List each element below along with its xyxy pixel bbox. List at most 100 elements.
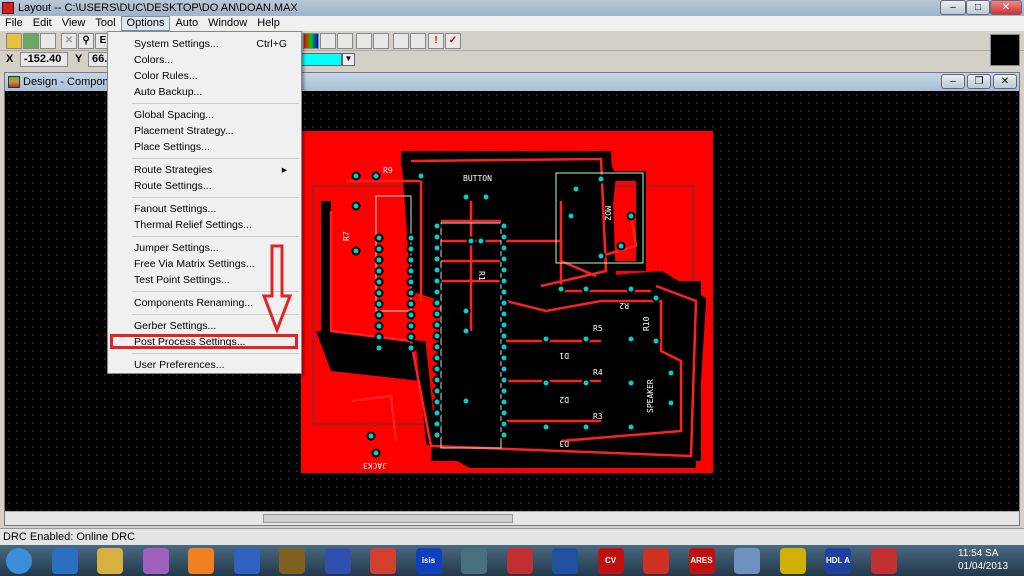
pad — [374, 343, 384, 353]
close-button[interactable]: ✕ — [990, 0, 1022, 15]
add-route-icon[interactable] — [373, 33, 389, 49]
pad — [499, 364, 509, 374]
scrollbar-thumb[interactable] — [263, 514, 513, 523]
error-icon[interactable]: ! — [428, 33, 444, 49]
taskbar-app-visio[interactable] — [324, 548, 351, 574]
pad — [374, 255, 384, 265]
horizontal-scrollbar[interactable] — [5, 511, 1019, 525]
pad — [461, 192, 471, 202]
menu-file[interactable]: File — [0, 16, 28, 31]
report-icon[interactable] — [40, 33, 56, 49]
pad — [374, 332, 384, 342]
pad — [499, 298, 509, 308]
menu-item-placement-strategy[interactable]: Placement Strategy... — [108, 123, 301, 140]
label-r2: R2 — [619, 301, 629, 310]
menu-edit[interactable]: Edit — [28, 16, 57, 31]
menu-tool[interactable]: Tool — [90, 16, 120, 31]
taskbar-app-app2[interactable] — [461, 548, 487, 574]
taskbar-app-calc[interactable] — [734, 548, 760, 574]
pad — [406, 244, 416, 254]
taskbar-app-word[interactable] — [552, 548, 578, 574]
child-close-button[interactable]: ✕ — [993, 74, 1017, 89]
menu-help[interactable]: Help — [252, 16, 285, 31]
menu-item-place-settings[interactable]: Place Settings... — [108, 139, 301, 156]
component-icon[interactable] — [337, 33, 353, 49]
pad — [626, 378, 636, 388]
pad — [571, 184, 581, 194]
taskbar-app-chrome[interactable] — [370, 548, 396, 574]
menu-item-route-strategies[interactable]: Route Strategies ▸ — [108, 162, 301, 179]
taskbar-app-chip[interactable] — [279, 548, 305, 574]
pad — [581, 334, 591, 344]
save-icon[interactable] — [23, 33, 39, 49]
pad — [374, 288, 384, 298]
taskbar-app-tool[interactable] — [779, 548, 806, 574]
menu-item-thermal-relief-settings[interactable]: Thermal Relief Settings... — [108, 217, 301, 234]
delete-icon[interactable]: ✕ — [61, 33, 77, 49]
menu-item-color-rules[interactable]: Color Rules... — [108, 68, 301, 85]
taskbar-app-ccleaner[interactable] — [643, 548, 669, 574]
pad — [499, 232, 509, 242]
taskbar-app-messenger[interactable] — [142, 548, 169, 574]
taskbar-app-vlc[interactable] — [188, 548, 214, 574]
menu-item-route-settings[interactable]: Route Settings... — [108, 178, 301, 195]
pad — [461, 396, 471, 406]
taskbar-app-explorer[interactable] — [97, 548, 123, 574]
shove-icon[interactable] — [410, 33, 426, 49]
reconnect-icon[interactable] — [393, 33, 409, 49]
online-drc-icon[interactable]: ✓ — [445, 33, 461, 49]
pad — [406, 321, 416, 331]
label-moz: MOZ — [603, 206, 612, 221]
pad — [432, 320, 442, 330]
taskbar-app-hdl-a[interactable]: HDL A — [825, 548, 851, 574]
pad — [499, 408, 509, 418]
taskbar-app-cv-avr[interactable]: CV AVR — [597, 548, 624, 574]
layer-color-select[interactable] — [300, 53, 342, 66]
pad — [616, 241, 626, 251]
menu-separator — [132, 353, 299, 354]
menu-item-global-spacing[interactable]: Global Spacing... — [108, 107, 301, 124]
shortcut-label: Ctrl+G — [256, 38, 287, 50]
chevron-down-icon[interactable]: ▼ — [342, 53, 355, 66]
maximize-button[interactable]: □ — [966, 0, 990, 15]
menu-options[interactable]: Options — [120, 16, 171, 31]
menu-separator — [132, 197, 299, 198]
pad — [374, 266, 384, 276]
menu-auto[interactable]: Auto — [170, 16, 203, 31]
pad — [406, 343, 416, 353]
app-icon — [2, 2, 14, 14]
menu-separator — [132, 103, 299, 104]
taskbar-app-ie[interactable] — [51, 548, 78, 574]
pad — [432, 386, 442, 396]
menu-item-user-preferences[interactable]: User Preferences... — [108, 357, 301, 374]
taskbar-app-isis[interactable]: isis — [415, 548, 442, 574]
colors-icon[interactable] — [303, 33, 319, 49]
pad — [556, 284, 566, 294]
child-restore-button[interactable]: ❐ — [967, 74, 991, 89]
taskbar-app-app[interactable] — [233, 548, 260, 574]
taskbar-app-ares[interactable]: ARES — [688, 548, 715, 574]
minimize-button[interactable]: – — [940, 0, 966, 15]
menu-window[interactable]: Window — [203, 16, 252, 31]
menu-item-fanout-settings[interactable]: Fanout Settings... — [108, 201, 301, 218]
pad — [626, 334, 636, 344]
label-r1: R1 — [477, 271, 486, 281]
taskbar-app-start[interactable] — [6, 548, 32, 574]
pad — [406, 277, 416, 287]
menu-view[interactable]: View — [57, 16, 91, 31]
menu-item-label: Free Via Matrix Settings... — [134, 258, 255, 270]
child-minimize-button[interactable]: – — [941, 74, 965, 89]
pad — [432, 298, 442, 308]
menu-item-system-settings[interactable]: System Settings... Ctrl+G — [108, 36, 301, 53]
highlight-box — [110, 334, 298, 349]
menu-item-label: Global Spacing... — [134, 109, 214, 121]
taskbar-app-layout[interactable] — [506, 548, 533, 574]
route-icon[interactable] — [356, 33, 372, 49]
find-icon[interactable]: ⚲ — [78, 33, 94, 49]
open-icon[interactable] — [6, 33, 22, 49]
taskbar-app-layout2[interactable] — [870, 548, 897, 574]
drc-icon[interactable] — [320, 33, 336, 49]
menu-item-colors[interactable]: Colors... — [108, 52, 301, 69]
pad — [499, 331, 509, 341]
menu-item-auto-backup[interactable]: Auto Backup... — [108, 84, 301, 101]
